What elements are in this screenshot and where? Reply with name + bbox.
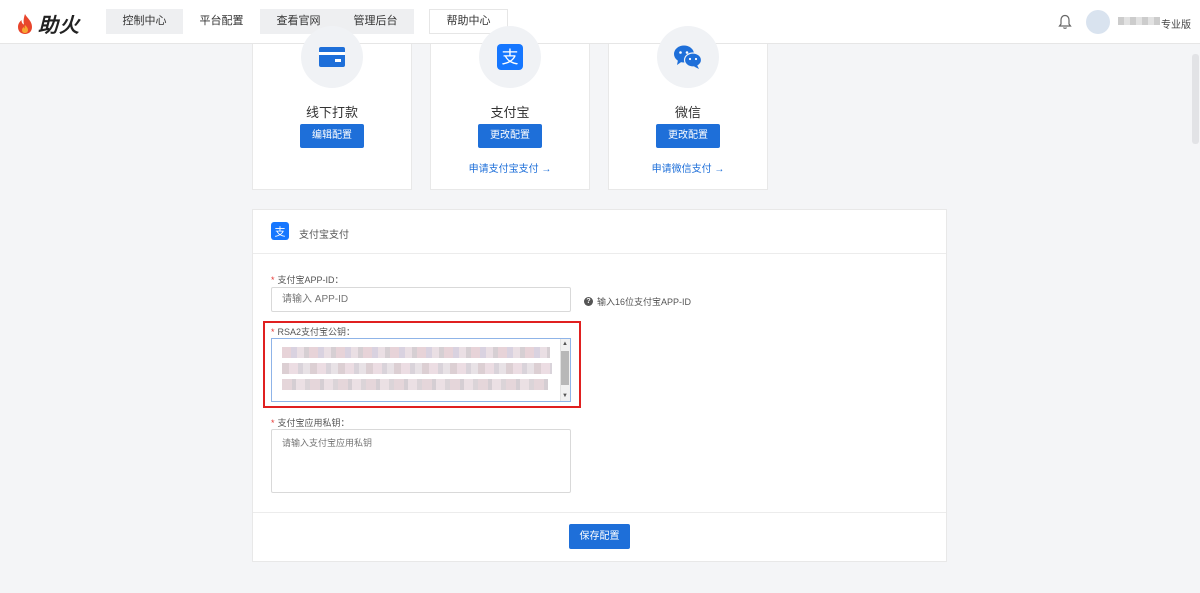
- panel-header: 支 支付宝支付: [253, 210, 946, 254]
- rsa-public-key-textarea[interactable]: ▲ ▼: [271, 338, 571, 402]
- card-icon: [319, 47, 345, 67]
- save-config-button[interactable]: 保存配置: [569, 524, 630, 549]
- payment-name: 微信: [674, 105, 701, 120]
- payment-card-offline: 线下打款 编辑配置: [252, 26, 412, 190]
- required-mark: *: [271, 275, 275, 285]
- rsa-key-label: * RSA2支付宝公钥：: [271, 327, 356, 337]
- avatar[interactable]: [1086, 10, 1110, 34]
- change-config-button[interactable]: 更改配置: [656, 124, 720, 148]
- redacted-text: [282, 363, 552, 374]
- offline-icon-circle: [301, 26, 363, 88]
- wechat-icon: [674, 45, 703, 69]
- appid-input[interactable]: [271, 287, 571, 312]
- plan-badge: 专业版: [1161, 20, 1191, 31]
- page-scroll-thumb[interactable]: [1192, 54, 1199, 144]
- appid-hint: ? 输入16位支付宝APP-ID: [584, 295, 691, 308]
- panel-title: 支付宝支付: [299, 230, 349, 241]
- appid-label: * 支付宝APP-ID：: [271, 275, 344, 285]
- alipay-icon: 支: [271, 222, 289, 240]
- logo[interactable]: 助火: [16, 9, 80, 38]
- apply-wechat-link[interactable]: 申请微信支付 →: [609, 160, 767, 175]
- apply-alipay-link[interactable]: 申请支付宝支付 →: [431, 160, 589, 175]
- redacted-text: [282, 379, 548, 390]
- textarea-scrollbar[interactable]: ▲ ▼: [560, 339, 570, 401]
- nav-control-center[interactable]: 控制中心: [106, 9, 183, 34]
- change-config-button[interactable]: 更改配置: [478, 124, 542, 148]
- redacted-text: [282, 347, 550, 358]
- main-nav: 控制中心 平台配置 查看官网 管理后台: [106, 9, 414, 34]
- username-redacted: [1118, 17, 1160, 25]
- payment-name: 支付宝: [490, 105, 530, 120]
- question-icon: ?: [584, 297, 593, 306]
- required-mark: *: [271, 327, 275, 337]
- alipay-icon: 支: [497, 44, 523, 70]
- scroll-up-icon[interactable]: ▲: [561, 340, 569, 348]
- payment-card-wechat: 微信 更改配置 申请微信支付 →: [608, 26, 768, 190]
- alipay-config-panel: 支 支付宝支付 *支付宝APP-ID： ? 输入16位支付宝APP-ID *RS…: [252, 209, 947, 562]
- top-bar: 助火 控制中心 平台配置 查看官网 管理后台 帮助中心 专业版: [0, 0, 1200, 44]
- required-mark: *: [271, 418, 275, 428]
- private-key-label: * 支付宝应用私钥：: [271, 418, 350, 428]
- alipay-icon-circle: 支: [479, 26, 541, 88]
- payment-name: 线下打款: [305, 105, 358, 120]
- panel-divider: [253, 512, 946, 513]
- svg-text:支: 支: [502, 48, 519, 68]
- svg-text:支: 支: [275, 226, 286, 239]
- flame-icon: [18, 13, 32, 34]
- bell-icon[interactable]: [1058, 14, 1072, 30]
- payment-card-alipay: 支 支付宝 更改配置 申请支付宝支付 →: [430, 26, 590, 190]
- logo-text: 助火: [38, 15, 80, 37]
- nav-platform-config[interactable]: 平台配置: [183, 9, 260, 34]
- private-key-textarea[interactable]: [271, 429, 571, 493]
- page-scrollbar[interactable]: [1190, 44, 1200, 593]
- wechat-icon-circle: [657, 26, 719, 88]
- scroll-down-icon[interactable]: ▼: [561, 392, 569, 400]
- scroll-thumb[interactable]: [561, 351, 569, 385]
- edit-config-button[interactable]: 编辑配置: [300, 124, 364, 148]
